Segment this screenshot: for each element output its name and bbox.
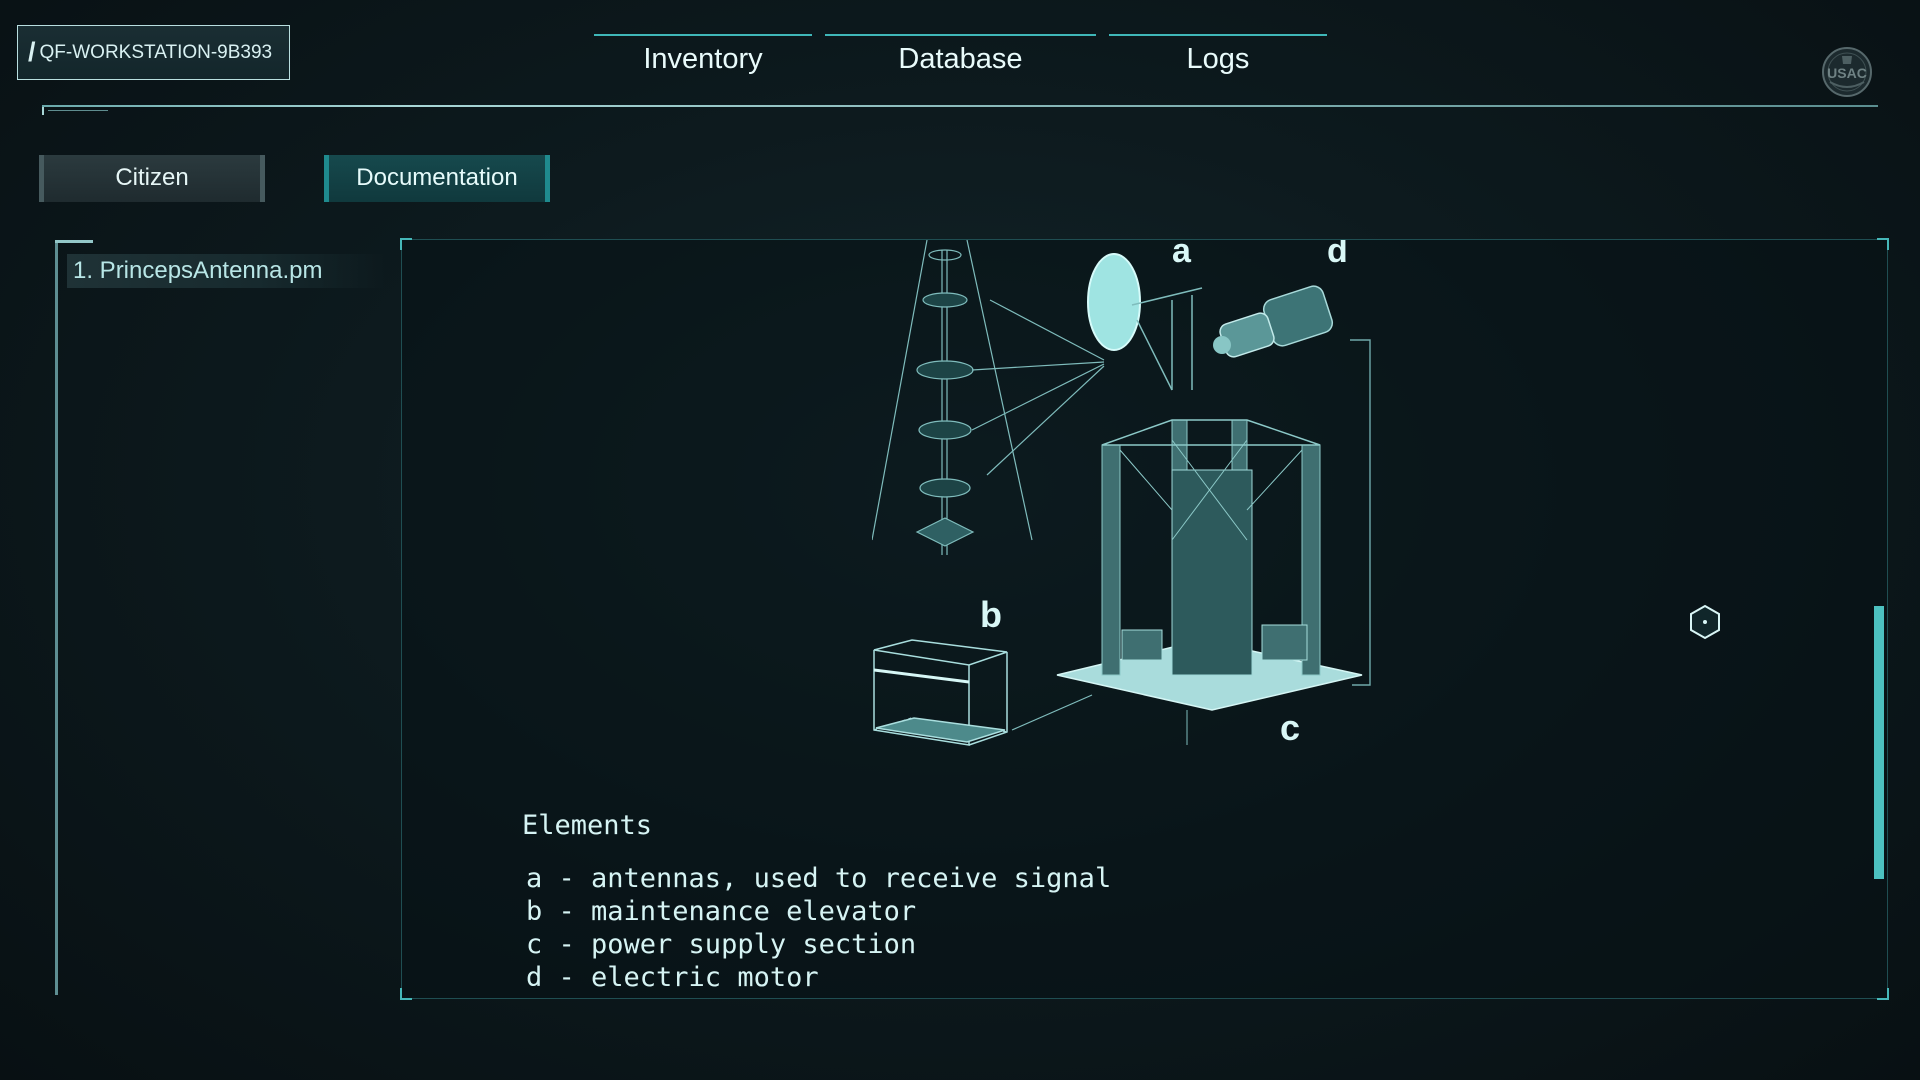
usac-emblem-icon: USAC	[1822, 47, 1872, 97]
file-list-item[interactable]: 1. PrincepsAntenna.pm	[67, 254, 385, 288]
diagram-label-a: a	[1172, 240, 1192, 270]
elements-list: a - antennas, used to receive signal b -…	[526, 862, 1111, 994]
document-viewer: a d b c Elements a - antennas, used to r…	[400, 238, 1889, 1000]
header-divider-tick	[42, 107, 54, 115]
header-divider	[42, 105, 1878, 107]
document-scrollbar[interactable]	[1874, 606, 1884, 879]
file-panel-corner	[55, 240, 93, 243]
antenna-dish-illustration	[1087, 253, 1203, 391]
elements-list-item: c - power supply section	[526, 929, 917, 960]
antenna-diagram: a d b c	[872, 240, 1371, 748]
antenna-tower-illustration	[872, 240, 1105, 555]
workstation-prefix: /	[28, 37, 36, 67]
documentation-button[interactable]: Documentation	[324, 155, 550, 202]
diagram-label-c: c	[1280, 707, 1300, 748]
tab-logs[interactable]: Logs	[1109, 34, 1327, 86]
power-supply-illustration	[1056, 419, 1363, 745]
elements-list-item: b - maintenance elevator	[526, 896, 917, 927]
file-list-panel: 1. PrincepsAntenna.pm	[55, 240, 390, 995]
diagram-label-d: d	[1327, 240, 1348, 270]
viewer-corner	[1877, 238, 1889, 250]
diagram-label-b: b	[980, 594, 1002, 635]
workstation-badge: / QF-WORKSTATION-9B393	[17, 25, 290, 80]
citizen-button[interactable]: Citizen	[39, 155, 265, 202]
workstation-screen: / QF-WORKSTATION-9B393 Inventory Databas…	[0, 0, 1920, 1080]
header-divider-accent	[48, 110, 108, 111]
elements-list-item: d - electric motor	[526, 962, 819, 993]
viewer-corner	[1877, 988, 1889, 1000]
hexagon-cursor-icon	[1690, 604, 1720, 640]
elements-list-item: a - antennas, used to receive signal	[526, 863, 1112, 894]
viewer-corner	[400, 988, 412, 1000]
usac-logo-text: USAC	[1827, 65, 1867, 81]
tab-inventory[interactable]: Inventory	[594, 34, 812, 86]
elements-heading: Elements	[522, 810, 653, 841]
file-panel-border	[55, 240, 58, 995]
viewer-corner	[400, 238, 412, 250]
workstation-name: QF-WORKSTATION-9B393	[39, 41, 273, 63]
tab-database[interactable]: Database	[825, 34, 1096, 86]
maintenance-elevator-illustration	[873, 639, 1093, 746]
